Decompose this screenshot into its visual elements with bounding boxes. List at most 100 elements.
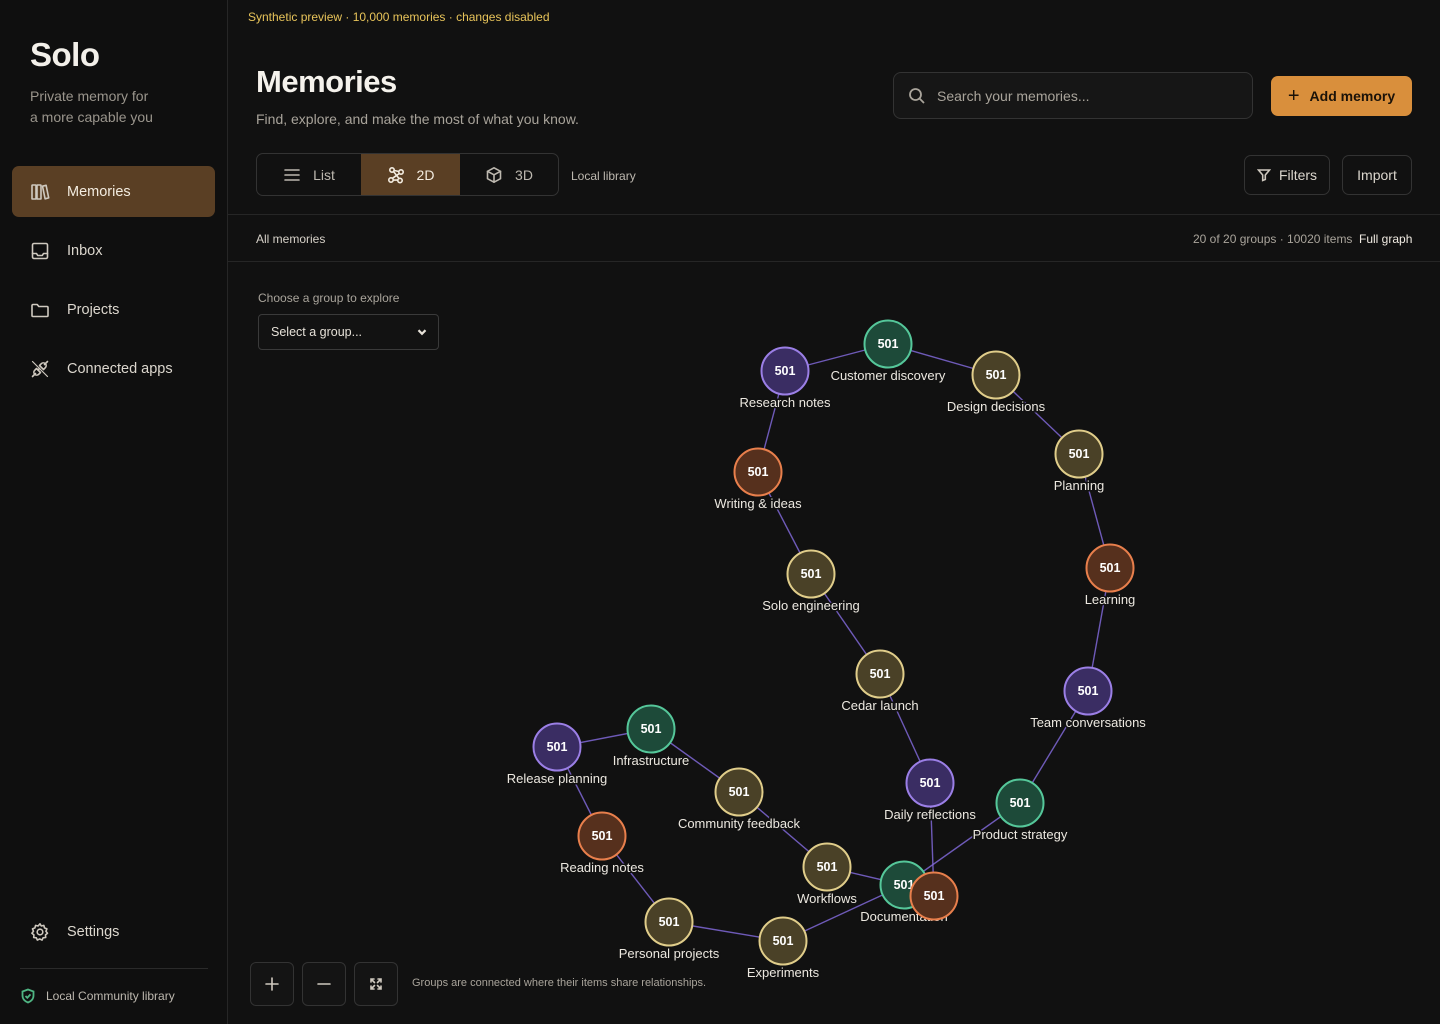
fit-view-button[interactable] <box>354 962 398 1006</box>
graph-node-count: 501 <box>775 364 796 378</box>
filters-label: Filters <box>1278 167 1318 183</box>
inbox-icon <box>29 240 51 262</box>
view-2d-button[interactable]: 2D <box>361 154 460 195</box>
graph-node-count: 501 <box>986 368 1007 382</box>
graph-node-label: Experiments <box>747 965 820 980</box>
sidebar-item-label: Settings <box>67 923 120 940</box>
graph-node-count: 501 <box>1069 447 1090 461</box>
graph-node-hidden[interactable]: 501 <box>909 871 959 921</box>
plus-icon: + <box>1287 85 1300 107</box>
group-select[interactable]: Select a group... <box>258 314 439 350</box>
filters-button[interactable]: Filters <box>1244 155 1330 195</box>
graph-node-workflows[interactable]: 501 Workflows <box>796 842 859 908</box>
graph-node-label: Writing & ideas <box>714 496 802 511</box>
graph-node-count: 501 <box>801 567 822 581</box>
zoom-in-button[interactable] <box>250 962 294 1006</box>
zoom-out-button[interactable] <box>302 962 346 1006</box>
full-graph-link[interactable]: Full graph <box>1359 232 1412 246</box>
add-memory-label: Add memory <box>1309 88 1396 104</box>
sidebar-divider <box>20 968 208 969</box>
import-button[interactable]: Import <box>1342 155 1412 195</box>
graph-2d-icon <box>387 166 404 184</box>
page-title: Memories <box>256 64 397 99</box>
search-icon <box>909 87 925 104</box>
library-source-label: Local library <box>571 169 636 183</box>
graph-node-product[interactable]: 501 Product strategy <box>971 778 1069 844</box>
graph-node-label: Solo engineering <box>762 598 860 613</box>
brand-tagline: Private memory for a more capable you <box>30 86 200 128</box>
graph-node-learning[interactable]: 501 Learning <box>1083 543 1137 609</box>
library-status: Local Community library <box>20 988 175 1004</box>
graph-node-count: 501 <box>659 915 680 929</box>
graph-node-count: 501 <box>641 722 662 736</box>
graph-node-label: Infrastructure <box>613 753 690 768</box>
graph-node-count: 501 <box>870 667 891 681</box>
sidebar-item-inbox[interactable]: Inbox <box>12 225 215 276</box>
graph-node-label: Research notes <box>739 395 831 410</box>
books-icon <box>29 181 51 203</box>
header-divider <box>228 214 1440 215</box>
add-memory-button[interactable]: + Add memory <box>1271 76 1412 116</box>
view-toggle: List 2D 3D <box>256 153 559 196</box>
graph-node-label: Release planning <box>507 771 607 786</box>
graph-node-community[interactable]: 501 Community feedback <box>676 767 802 833</box>
graph-node-count: 501 <box>920 776 941 790</box>
graph-node-label: Planning <box>1054 478 1105 493</box>
graph-node-release[interactable]: 501 Release planning <box>505 722 609 788</box>
graph-node-count: 501 <box>1100 561 1121 575</box>
view-label: 2D <box>416 166 435 183</box>
graph-node-label: Community feedback <box>678 816 801 831</box>
graph-node-cedar[interactable]: 501 Cedar launch <box>840 649 920 715</box>
graph-canvas[interactable]: 501 Customer discovery 501 Research notes 50… <box>228 262 1440 1024</box>
sidebar-item-label: Memories <box>67 183 131 200</box>
graph-node-team[interactable]: 501 Team conversations <box>1029 666 1148 732</box>
graph-node-daily[interactable]: 501 Daily reflections <box>883 758 978 824</box>
graph-node-label: Design decisions <box>947 399 1046 414</box>
graph-node-label: Personal projects <box>619 946 720 961</box>
view-list-button[interactable]: List <box>257 154 361 195</box>
graph-node-experiments[interactable]: 501 Experiments <box>745 916 821 982</box>
graph-node-personal[interactable]: 501 Personal projects <box>617 897 721 963</box>
graph-node-writing[interactable]: 501 Writing & ideas <box>713 447 804 513</box>
graph-node-label: Daily reflections <box>884 807 976 822</box>
graph-node-label: Learning <box>1085 592 1136 607</box>
expand-icon <box>370 978 382 990</box>
page-subtitle: Find, explore, and make the most of what… <box>256 111 579 127</box>
view-label: List <box>313 166 335 183</box>
view-3d-button[interactable]: 3D <box>460 154 558 195</box>
graph-node-customer[interactable]: 501 Customer discovery <box>829 319 947 385</box>
graph-node-label: Reading notes <box>560 860 644 875</box>
graph-hint: Groups are connected where their items s… <box>412 977 707 989</box>
graph-node-infra[interactable]: 501 Infrastructure <box>611 704 691 770</box>
graph-node-label: Product strategy <box>973 827 1068 842</box>
folder-icon <box>29 299 51 321</box>
library-status-label: Local Community library <box>46 989 175 1003</box>
sidebar-item-memories[interactable]: Memories <box>12 166 215 217</box>
graph-node-count: 501 <box>773 934 794 948</box>
graph-node-label: Cedar launch <box>841 698 918 713</box>
plus-icon <box>265 977 279 991</box>
search-input[interactable] <box>937 87 1227 104</box>
graph-node-design[interactable]: 501 Design decisions <box>945 350 1047 416</box>
graph-node-research[interactable]: 501 Research notes <box>738 346 833 412</box>
shield-check-icon <box>21 988 35 1004</box>
breadcrumb[interactable]: All memories <box>256 232 325 246</box>
sidebar-item-projects[interactable]: Projects <box>12 284 215 335</box>
tagline-line-1: Private memory for <box>30 88 149 104</box>
graph-node-reading[interactable]: 501 Reading notes <box>559 811 646 877</box>
sidebar: Solo Private memory for a more capable y… <box>0 0 228 1024</box>
sidebar-item-label: Connected apps <box>67 360 173 377</box>
preview-banner: Synthetic preview · 10,000 memories · ch… <box>248 10 550 24</box>
graph-node-planning[interactable]: 501 Planning <box>1052 429 1106 495</box>
gear-icon <box>29 921 51 943</box>
graph-node-label: Team conversations <box>1030 715 1146 730</box>
sidebar-item-connected-apps[interactable]: Connected apps <box>12 343 215 394</box>
filter-icon <box>1256 169 1271 182</box>
graph-svg[interactable]: 501Customer discovery501Research notes50… <box>228 262 1440 1024</box>
sidebar-item-settings[interactable]: Settings <box>12 906 215 957</box>
graph-node-solo[interactable]: 501 Solo engineering <box>761 549 861 615</box>
minus-icon <box>317 983 331 985</box>
group-select-label: Choose a group to explore <box>258 291 400 305</box>
view-label: 3D <box>515 166 533 183</box>
plug-icon <box>29 358 51 380</box>
